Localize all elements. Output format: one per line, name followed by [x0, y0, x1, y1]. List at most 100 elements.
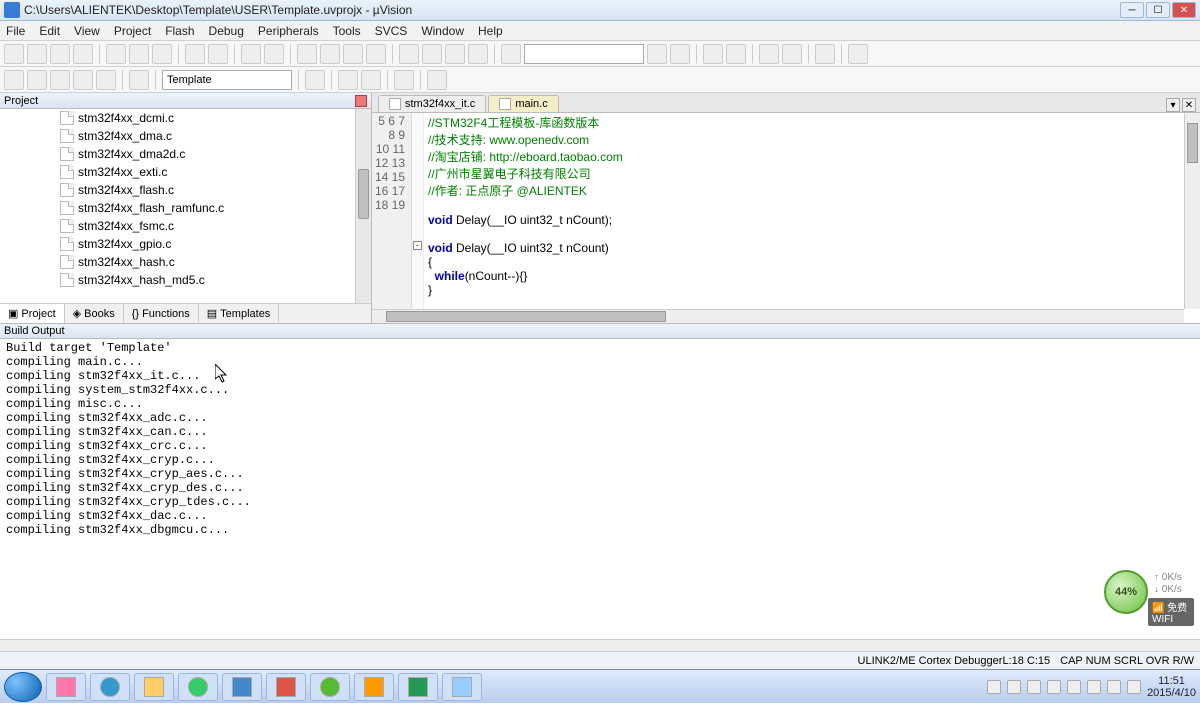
- taskbar-app-2[interactable]: [178, 673, 218, 701]
- tree-file[interactable]: stm32f4xx_hash.c: [0, 253, 371, 271]
- redo-icon[interactable]: [208, 44, 228, 64]
- nav-fwd-icon[interactable]: [264, 44, 284, 64]
- taskbar-app-4[interactable]: [310, 673, 350, 701]
- maximize-button[interactable]: ☐: [1146, 2, 1170, 18]
- incremental-find-icon[interactable]: [670, 44, 690, 64]
- start-button[interactable]: [4, 672, 42, 702]
- tree-file[interactable]: stm32f4xx_hash_md5.c: [0, 271, 371, 289]
- code-editor[interactable]: 5 6 7 8 9 10 11 12 13 14 15 16 17 18 19 …: [372, 113, 1200, 323]
- window-layout-icon[interactable]: [815, 44, 835, 64]
- code-text[interactable]: //STM32F4工程模板-库函数版本 //技术支持: www.openedv.…: [424, 113, 1200, 323]
- fold-gutter[interactable]: --: [412, 113, 424, 323]
- batch-build-icon[interactable]: [73, 70, 93, 90]
- editor-vscroll-thumb[interactable]: [1187, 123, 1198, 163]
- menu-view[interactable]: View: [74, 24, 100, 38]
- close-button[interactable]: ✕: [1172, 2, 1196, 18]
- fold-marker[interactable]: -: [413, 241, 422, 250]
- configure-icon[interactable]: [848, 44, 868, 64]
- tray-clock[interactable]: 11:51 2015/4/10: [1147, 675, 1196, 699]
- menu-debug[interactable]: Debug: [209, 24, 244, 38]
- project-tab-functions[interactable]: {}Functions: [124, 304, 199, 323]
- file-ext-icon[interactable]: [338, 70, 358, 90]
- insert-breakpoint-icon[interactable]: [759, 44, 779, 64]
- download-icon[interactable]: [129, 70, 149, 90]
- build-output[interactable]: Build target 'Template' compiling main.c…: [0, 339, 1200, 651]
- tab-close-icon[interactable]: ✕: [1182, 98, 1196, 112]
- pin-icon[interactable]: [190, 95, 202, 107]
- menu-peripherals[interactable]: Peripherals: [258, 24, 319, 38]
- kill-breakpoint-icon[interactable]: [782, 44, 802, 64]
- tray-icon-5[interactable]: [1127, 680, 1141, 694]
- tab-dropdown-icon[interactable]: ▾: [1166, 98, 1180, 112]
- menu-flash[interactable]: Flash: [165, 24, 194, 38]
- menu-svcs[interactable]: SVCS: [375, 24, 408, 38]
- taskbar-word[interactable]: [398, 673, 438, 701]
- bookmark-next-icon[interactable]: [343, 44, 363, 64]
- tree-file[interactable]: stm32f4xx_gpio.c: [0, 235, 371, 253]
- taskbar-app-1[interactable]: [46, 673, 86, 701]
- project-tab-templates[interactable]: ▤Templates: [199, 304, 280, 323]
- target-combo[interactable]: Template: [162, 70, 292, 90]
- tray-icon-1[interactable]: [1007, 680, 1021, 694]
- network-widget[interactable]: 44% ↑ 0K/s ↓ 0K/s 📶 免费WIFI: [1104, 570, 1194, 614]
- editor-tab[interactable]: stm32f4xx_it.c: [378, 95, 486, 112]
- save-icon[interactable]: [50, 44, 70, 64]
- manage-icon[interactable]: [361, 70, 381, 90]
- project-tab-books[interactable]: ◈Books: [65, 304, 124, 323]
- tray-network-icon[interactable]: [1067, 680, 1081, 694]
- select-packs-icon[interactable]: [427, 70, 447, 90]
- tree-file[interactable]: stm32f4xx_exti.c: [0, 163, 371, 181]
- outdent-icon[interactable]: [422, 44, 442, 64]
- minimize-button[interactable]: ─: [1120, 2, 1144, 18]
- bookmark-icon[interactable]: [297, 44, 317, 64]
- menu-file[interactable]: File: [6, 24, 25, 38]
- menu-window[interactable]: Window: [421, 24, 464, 38]
- menu-help[interactable]: Help: [478, 24, 503, 38]
- project-tab-project[interactable]: ▣Project: [0, 304, 65, 323]
- open-file-icon[interactable]: [27, 44, 47, 64]
- paste-icon[interactable]: [152, 44, 172, 64]
- stop-build-icon[interactable]: [96, 70, 116, 90]
- tree-file[interactable]: stm32f4xx_dma.c: [0, 127, 371, 145]
- tree-file[interactable]: stm32f4xx_dcmi.c: [0, 109, 371, 127]
- tree-file[interactable]: stm32f4xx_fsmc.c: [0, 217, 371, 235]
- undo-icon[interactable]: [185, 44, 205, 64]
- tray-up-icon[interactable]: [987, 680, 1001, 694]
- copy-icon[interactable]: [129, 44, 149, 64]
- find-in-files-icon[interactable]: [501, 44, 521, 64]
- uncomment-icon[interactable]: [468, 44, 488, 64]
- menu-edit[interactable]: Edit: [39, 24, 60, 38]
- bookmark-prev-icon[interactable]: [320, 44, 340, 64]
- new-file-icon[interactable]: [4, 44, 24, 64]
- bookmark-clear-icon[interactable]: [366, 44, 386, 64]
- tree-scroll-thumb[interactable]: [358, 169, 369, 219]
- save-all-icon[interactable]: [73, 44, 93, 64]
- comment-icon[interactable]: [445, 44, 465, 64]
- tray-volume-icon[interactable]: [1087, 680, 1101, 694]
- editor-vscrollbar[interactable]: [1184, 113, 1200, 309]
- taskbar-ie[interactable]: [90, 673, 130, 701]
- tree-file[interactable]: stm32f4xx_flash.c: [0, 181, 371, 199]
- editor-hscroll-thumb[interactable]: [386, 311, 666, 322]
- editor-hscrollbar[interactable]: [372, 309, 1184, 323]
- taskbar-app-3[interactable]: [222, 673, 262, 701]
- panel-close-icon[interactable]: [355, 95, 367, 107]
- menu-tools[interactable]: Tools: [333, 24, 361, 38]
- tree-file[interactable]: stm32f4xx_flash_ramfunc.c: [0, 199, 371, 217]
- tray-icon-2[interactable]: [1027, 680, 1041, 694]
- debug-icon[interactable]: [703, 44, 723, 64]
- project-tree[interactable]: stm32f4xx_dcmi.cstm32f4xx_dma.cstm32f4xx…: [0, 109, 371, 303]
- tray-icon-3[interactable]: [1047, 680, 1061, 694]
- tree-scrollbar[interactable]: [355, 109, 371, 303]
- target-options-icon[interactable]: [305, 70, 325, 90]
- taskbar-powerpoint[interactable]: [266, 673, 306, 701]
- indent-icon[interactable]: [399, 44, 419, 64]
- tray-icon-4[interactable]: [1107, 680, 1121, 694]
- translate-icon[interactable]: [4, 70, 24, 90]
- build-hscrollbar[interactable]: [0, 639, 1200, 651]
- menu-project[interactable]: Project: [114, 24, 151, 38]
- tree-file[interactable]: stm32f4xx_dma2d.c: [0, 145, 371, 163]
- find-icon[interactable]: [647, 44, 667, 64]
- breakpoint-icon[interactable]: [726, 44, 746, 64]
- taskbar-app-5[interactable]: [354, 673, 394, 701]
